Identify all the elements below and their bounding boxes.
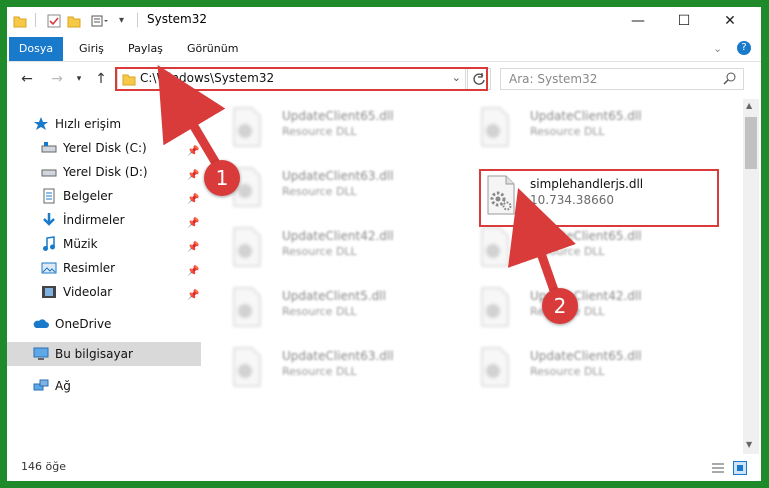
annotation-arrows <box>157 65 576 301</box>
step-2-badge: 2 <box>542 288 578 324</box>
step-1-badge: 1 <box>204 160 240 196</box>
